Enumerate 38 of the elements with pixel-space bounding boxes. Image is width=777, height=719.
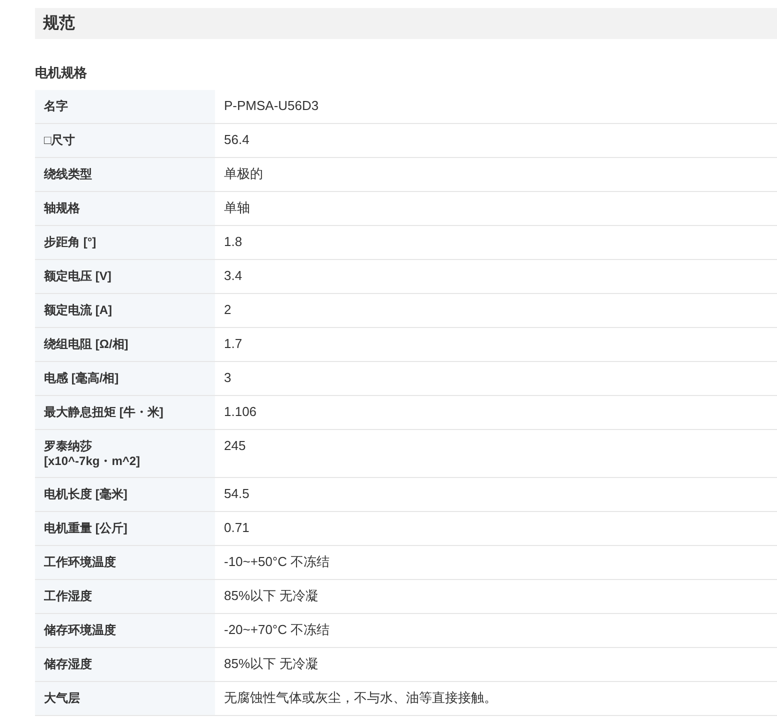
row-value: 54.5 [223, 485, 250, 503]
row-value: 0.71 [223, 519, 250, 537]
row-label: 工作湿度 [35, 580, 215, 613]
row-value: P-PMSA-U56D3 [223, 97, 320, 115]
row-label: 电机长度 [毫米] [35, 478, 215, 511]
row-value: 3.4 [223, 267, 244, 285]
row-value: 1.7 [223, 335, 244, 353]
section-title: 电机规格 [35, 65, 87, 81]
row-label: 轴规格 [35, 192, 215, 225]
row-value: 1.106 [223, 403, 258, 421]
row-label: 大气层 [35, 682, 215, 715]
header-title: 规范 [43, 14, 75, 34]
row-label: □尺寸 [35, 124, 215, 157]
row-label: 绕线类型 [35, 158, 215, 191]
row-value: -10~+50°C 不冻结 [223, 553, 331, 571]
row-value: 3 [223, 369, 232, 387]
row-label: 储存湿度 [35, 648, 215, 681]
row-label: 罗泰纳莎 [x10^-7kg・m^2] [35, 430, 215, 477]
row-value: 单轴 [223, 199, 251, 217]
row-value: 2 [223, 301, 232, 319]
row-value: 无腐蚀性气体或灰尘，不与水、油等直接接触。 [223, 689, 498, 707]
row-value: 单极的 [223, 165, 264, 183]
row-label: 电机重量 [公斤] [35, 512, 215, 545]
row-value: -20~+70°C 不冻结 [223, 621, 331, 639]
row-label: 步距角 [°] [35, 226, 215, 259]
row-value: 245 [223, 437, 247, 455]
row-label: 工作环境温度 [35, 546, 215, 579]
row-value: 85%以下 无冷凝 [223, 587, 320, 605]
row-value: 56.4 [223, 131, 250, 149]
row-value: 85%以下 无冷凝 [223, 655, 320, 673]
row-label: 额定电流 [A] [35, 294, 215, 327]
row-label: 最大静息扭矩 [牛・米] [35, 396, 215, 429]
row-label: 名字 [35, 90, 215, 123]
row-label: 储存环境温度 [35, 614, 215, 647]
row-value: 1.8 [223, 233, 244, 251]
row-label: 额定电压 [V] [35, 260, 215, 293]
row-label: 绕组电阻 [Ω/相] [35, 328, 215, 361]
row-label: 电感 [毫高/相] [35, 362, 215, 395]
